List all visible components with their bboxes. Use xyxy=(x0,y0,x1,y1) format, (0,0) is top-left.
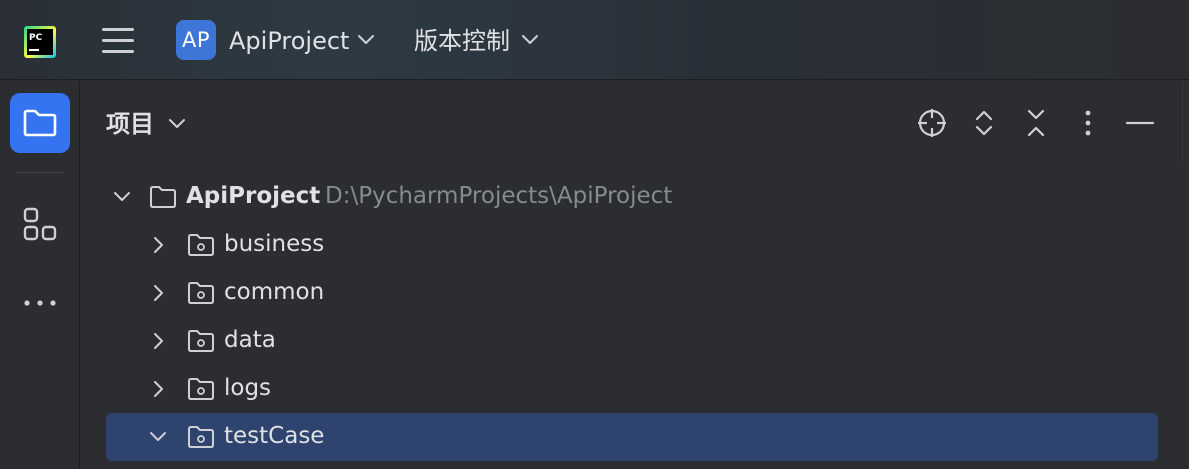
expand-all-icon[interactable] xyxy=(968,107,1000,139)
folder-name: business xyxy=(224,231,325,257)
minimize-icon[interactable] xyxy=(1124,107,1156,139)
folder-name: logs xyxy=(224,375,272,401)
tree-row-root[interactable]: ApiProject D:\PycharmProjects\ApiProject xyxy=(106,173,1158,221)
tree-row-selected[interactable]: testCase xyxy=(106,413,1158,461)
chevron-down-icon[interactable] xyxy=(148,427,168,447)
hamburger-menu-icon xyxy=(102,28,134,31)
logo-text: PC xyxy=(29,33,43,43)
chevron-right-icon[interactable] xyxy=(148,379,168,399)
panel-title[interactable]: 项目 xyxy=(106,109,154,139)
project-panel: 项目 ApiProject D:\PycharmProjects\ApiProj… xyxy=(81,81,1189,469)
structure-icon[interactable] xyxy=(20,205,60,245)
folder-name: testCase xyxy=(224,423,325,449)
project-tool-button[interactable] xyxy=(10,93,70,153)
folder-icon xyxy=(23,109,57,137)
panel-edge xyxy=(1182,81,1183,161)
package-folder-icon xyxy=(188,282,214,304)
chevron-right-icon[interactable] xyxy=(148,331,168,351)
package-folder-icon xyxy=(188,378,214,400)
package-folder-icon xyxy=(188,330,214,352)
crosshair-icon[interactable] xyxy=(916,107,948,139)
folder-icon xyxy=(150,186,176,208)
collapse-all-icon[interactable] xyxy=(1020,107,1052,139)
chevron-right-icon[interactable] xyxy=(148,283,168,303)
strip-separator xyxy=(16,172,64,173)
vcs-menu[interactable]: 版本控制 xyxy=(414,26,510,56)
tree-row[interactable]: business xyxy=(106,221,1158,269)
more-horizontal-icon[interactable] xyxy=(20,291,60,315)
project-badge[interactable]: AP xyxy=(176,20,216,60)
pycharm-logo-icon[interactable]: PC xyxy=(24,26,56,58)
title-bar: PC AP ApiProject 版本控制 xyxy=(0,0,1189,80)
project-switcher[interactable]: ApiProject xyxy=(229,26,349,56)
package-folder-icon xyxy=(188,426,214,448)
chevron-down-icon[interactable] xyxy=(167,117,187,131)
root-folder-path: D:\PycharmProjects\ApiProject xyxy=(325,183,673,209)
main-menu-button[interactable] xyxy=(98,24,138,58)
package-folder-icon xyxy=(188,234,214,256)
tree-row[interactable]: data xyxy=(106,317,1158,365)
chevron-right-icon[interactable] xyxy=(148,235,168,255)
folder-name: data xyxy=(224,327,276,353)
chevron-down-icon[interactable] xyxy=(356,33,376,47)
tree-row[interactable]: logs xyxy=(106,365,1158,413)
tree-row[interactable]: common xyxy=(106,269,1158,317)
root-folder-name: ApiProject xyxy=(186,183,321,209)
folder-name: common xyxy=(224,279,325,305)
tool-window-strip xyxy=(0,81,80,469)
chevron-down-icon[interactable] xyxy=(112,187,132,207)
chevron-down-icon[interactable] xyxy=(520,33,540,47)
more-vertical-icon[interactable] xyxy=(1072,107,1104,139)
